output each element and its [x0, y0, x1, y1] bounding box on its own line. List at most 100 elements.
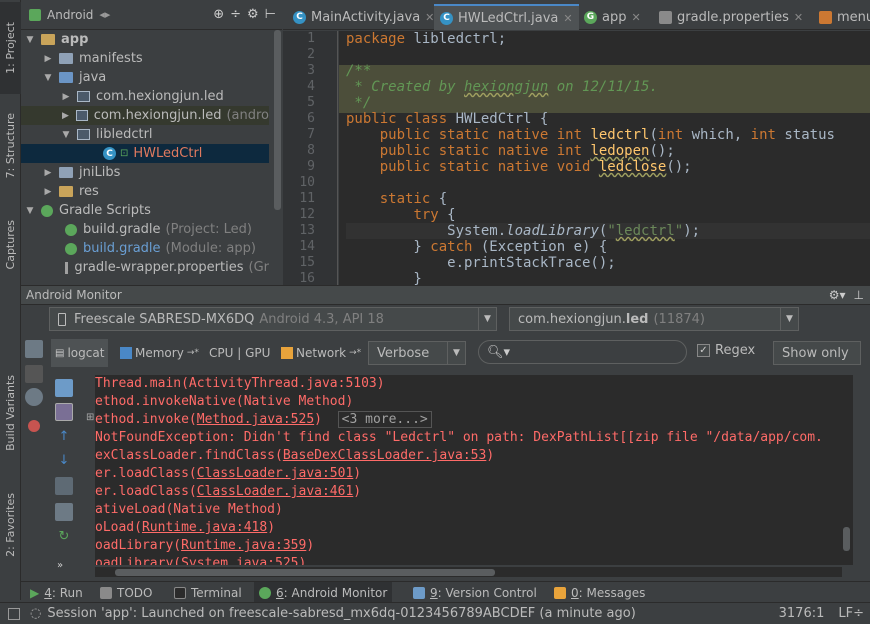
print-icon[interactable]: [55, 503, 73, 521]
version-control-tool-button[interactable]: 9: Version Control: [408, 582, 542, 603]
project-tool-tab[interactable]: 1: Project: [0, 2, 21, 94]
tool-label: Run: [59, 585, 83, 600]
tab-logcat[interactable]: ▤ logcat: [51, 339, 109, 367]
fold-icon[interactable]: ⊞: [86, 412, 94, 423]
scrollbar-thumb[interactable]: [115, 569, 495, 576]
tool-shortcut: 4: [44, 585, 52, 600]
line-number: 8: [307, 143, 315, 158]
tree-item-manifests[interactable]: ▶ manifests: [21, 49, 269, 68]
trash-icon[interactable]: [55, 379, 73, 397]
tab-menu[interactable]: menu: [813, 4, 870, 30]
package-icon: [77, 129, 90, 140]
tree-item-jnilibs[interactable]: ▶ jniLibs: [21, 163, 269, 182]
android-monitor-panel: Android Monitor ⚙▾ ⊥ Freescale SABRESD-M…: [21, 285, 870, 581]
settings-icon[interactable]: ⚙▾: [829, 288, 846, 302]
arrow-down-icon[interactable]: ↓: [55, 453, 73, 471]
tree-item-res[interactable]: ▶ res: [21, 182, 269, 201]
soft-wrap-icon[interactable]: [55, 477, 73, 495]
favorites-tool-tab[interactable]: 2: Favorites: [0, 480, 21, 570]
close-icon[interactable]: ✕: [794, 11, 803, 24]
messages-tool-button[interactable]: 0: Messages: [549, 582, 650, 603]
build-variants-tool-tab[interactable]: Build Variants: [0, 360, 21, 465]
arrow-up-icon[interactable]: ↑: [55, 429, 73, 447]
android-icon: [29, 8, 41, 21]
sync-icon[interactable]: ⊕: [213, 7, 224, 22]
hide-icon[interactable]: ⊢: [265, 7, 276, 22]
hide-icon[interactable]: ⊥: [854, 288, 864, 302]
logcat-vertical-scrollbar[interactable]: [841, 375, 853, 565]
camera-icon[interactable]: [25, 340, 43, 358]
tree-item-hwledctrl[interactable]: C ⊡ HWLedCtrl: [21, 144, 269, 163]
structure-tool-tab[interactable]: 7: Structure: [0, 100, 21, 192]
close-icon[interactable]: ✕: [425, 11, 434, 24]
tab-mainactivity[interactable]: C MainActivity.java ✕: [287, 4, 440, 30]
tree-item-app[interactable]: ▼ app: [21, 30, 269, 49]
tree-item-build-gradle-project[interactable]: build.gradle (Project: Led): [21, 220, 269, 239]
project-view-selector[interactable]: Android: [47, 8, 93, 22]
tree-item-label: gradle-wrapper.properties: [74, 260, 244, 275]
tab-label: Network: [296, 346, 347, 360]
tree-item-gradle-wrapper[interactable]: gradle-wrapper.properties (Gr: [21, 258, 269, 277]
logcat-icon: ▤: [55, 347, 65, 359]
tree-item-label: com.hexiongjun.led: [93, 108, 222, 123]
settings-icon[interactable]: ⚙: [247, 7, 259, 22]
scrollbar-thumb[interactable]: [843, 527, 850, 551]
tool-label: Version Control: [445, 585, 537, 600]
android-monitor-tool-button[interactable]: 6: Android Monitor: [254, 582, 393, 603]
tree-item-label: app: [61, 32, 89, 47]
line-number-gutter: 1 2 3 4 5 6 7 8 9 10 11 12 13 14 15 16: [283, 31, 338, 286]
caret-position[interactable]: 3176:1: [779, 606, 825, 621]
tree-item-build-gradle-module[interactable]: build.gradle (Module: app): [21, 239, 269, 258]
more-icon[interactable]: »: [57, 560, 63, 571]
todo-tool-button[interactable]: TODO: [95, 582, 157, 603]
tab-label: HWLedCtrl.java: [458, 10, 559, 26]
code-line: try {: [413, 207, 456, 223]
captures-tool-tab[interactable]: Captures: [0, 205, 21, 285]
project-scrollbar[interactable]: [272, 30, 282, 285]
restart-icon[interactable]: ↻: [55, 529, 73, 547]
more-frames-link[interactable]: <3 more...>: [337, 411, 432, 428]
run-tool-button[interactable]: ▶ 4: Run: [25, 582, 88, 603]
close-icon[interactable]: ✕: [631, 11, 640, 24]
tab-gradle-properties[interactable]: gradle.properties ✕: [653, 4, 809, 30]
tool-windows-toggle-icon[interactable]: [8, 607, 20, 620]
search-icon[interactable]: [25, 388, 43, 406]
tree-item-package-main[interactable]: ▶ com.hexiongjun.led: [21, 87, 269, 106]
tab-app[interactable]: G app ✕: [578, 4, 647, 30]
view-toggle-icon[interactable]: ◂▸: [99, 8, 110, 21]
log-search-input[interactable]: 🔍︎▾: [478, 340, 687, 364]
logcat-output[interactable]: Thread.main(ActivityThread.java:5103) et…: [95, 375, 842, 565]
chevron-down-icon: ▼: [447, 342, 465, 364]
device-selector[interactable]: Freescale SABRESD-MX6DQ Android 4.3, API…: [49, 307, 497, 331]
code-line: /**: [346, 63, 372, 79]
log-level-value: Verbose: [377, 345, 430, 361]
tree-item-extra: (andro: [226, 108, 269, 123]
tab-label: app: [602, 9, 627, 25]
record-icon[interactable]: [25, 365, 43, 383]
tab-memory[interactable]: Memory →*: [116, 339, 203, 367]
tree-item-gradle-scripts[interactable]: ▼ Gradle Scripts: [21, 201, 269, 220]
close-icon[interactable]: ✕: [563, 12, 572, 25]
line-separator[interactable]: LF÷: [838, 606, 864, 621]
tree-item-libledctrl[interactable]: ▼ libledctrl: [21, 125, 269, 144]
terminal-tool-button[interactable]: Terminal: [169, 582, 247, 603]
scroll-to-end-icon[interactable]: [55, 403, 73, 421]
line-number: 11: [299, 191, 315, 206]
logcat-horizontal-scrollbar[interactable]: [95, 567, 842, 577]
tree-item-package-test[interactable]: ▶ com.hexiongjun.led (andro: [21, 106, 269, 125]
collapse-icon[interactable]: ÷: [230, 7, 241, 22]
log-line: er.loadClass(ClassLoader.java:501): [95, 466, 362, 481]
module-folder-icon: [41, 34, 55, 45]
show-only-select[interactable]: Show only: [773, 341, 861, 365]
log-level-select[interactable]: Verbose ▼: [368, 341, 466, 365]
regex-checkbox[interactable]: ✓ Regex: [697, 343, 755, 358]
tab-cpu-gpu[interactable]: CPU | GPU: [205, 339, 274, 367]
code-editor[interactable]: package libledctrl; /** * Created by hex…: [339, 31, 870, 285]
stop-icon[interactable]: [28, 420, 40, 432]
tab-hwledctrl[interactable]: C HWLedCtrl.java ✕: [434, 4, 579, 30]
project-scrollbar-thumb[interactable]: [274, 30, 281, 210]
tool-label: Android Monitor: [291, 585, 388, 600]
process-selector[interactable]: com.hexiongjun. led (11874) ▼: [509, 307, 799, 331]
tab-network[interactable]: Network →*: [277, 339, 365, 367]
tree-item-java[interactable]: ▼ java: [21, 68, 269, 87]
